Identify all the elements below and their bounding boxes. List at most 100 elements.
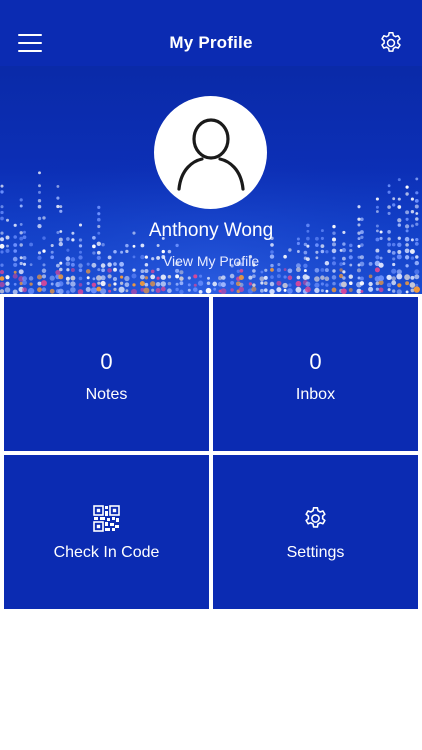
person-outline-icon (176, 117, 245, 191)
decor-dot (414, 242, 419, 246)
decor-dot (341, 247, 347, 253)
decor-dot (38, 184, 41, 188)
decor-dot (391, 242, 396, 247)
decor-dot (238, 274, 244, 281)
check-in-code-tile[interactable]: Check In Code (4, 455, 209, 609)
decor-dot (143, 287, 150, 294)
decor-dot (0, 210, 4, 215)
decor-dot (13, 270, 17, 274)
decor-dot (213, 287, 217, 291)
decor-dot (392, 197, 396, 201)
decor-dot (342, 276, 346, 280)
decor-dot (397, 242, 402, 248)
decor-dot (167, 275, 172, 279)
view-profile-link[interactable]: View My Profile (0, 253, 422, 269)
decor-dot (324, 276, 330, 281)
settings-label: Settings (286, 544, 345, 561)
decor-dot (287, 288, 293, 294)
decor-dot (78, 268, 83, 273)
notes-tile[interactable]: 0 Notes (4, 297, 209, 451)
decor-dot (132, 244, 136, 248)
decor-dot (410, 210, 415, 214)
decor-dot (397, 205, 402, 209)
decor-dot (175, 287, 179, 292)
decor-dot (348, 288, 353, 292)
profile-header: Anthony Wong View My Profile (0, 66, 422, 294)
settings-tile[interactable]: Settings (213, 455, 418, 609)
decor-dot (276, 274, 281, 279)
decor-dot (296, 275, 301, 280)
decor-dot (112, 276, 118, 282)
gear-icon (381, 31, 401, 52)
decor-dot (288, 283, 292, 287)
decor-dot (41, 268, 47, 274)
decor-dot (70, 287, 76, 293)
decor-dot (252, 274, 256, 278)
decor-dot (0, 289, 5, 294)
decor-dot (359, 276, 364, 281)
decor-dot (86, 276, 90, 280)
decor-dot (140, 243, 145, 248)
decor-dot (276, 287, 282, 293)
decor-dot (260, 270, 264, 274)
decor-dot (276, 280, 282, 286)
decor-dot (357, 205, 361, 209)
decor-dot (4, 287, 11, 293)
decor-dot (97, 212, 101, 216)
decor-dot (414, 199, 419, 203)
decor-dot (320, 289, 324, 293)
decor-dot (349, 243, 353, 248)
decor-dot (304, 286, 311, 293)
decor-dot (410, 275, 415, 280)
decor-dot (387, 211, 391, 215)
decor-dot (5, 275, 10, 280)
settings-button[interactable] (378, 30, 404, 56)
decor-dot (392, 203, 396, 207)
decor-dot (264, 288, 268, 292)
decor-dot (38, 190, 41, 194)
inbox-tile[interactable]: 0 Inbox (213, 297, 418, 451)
decor-dot (22, 287, 27, 293)
decor-dot (415, 212, 419, 215)
decor-dot (331, 242, 337, 247)
decor-dot (387, 190, 391, 194)
decor-dot (0, 205, 4, 209)
decor-dot (167, 288, 172, 294)
status-bar (0, 0, 422, 20)
decor-dot (368, 281, 373, 287)
decor-dot (314, 287, 320, 294)
decor-dot (41, 274, 47, 279)
decor-dot (205, 287, 212, 294)
decor-dot (404, 274, 411, 281)
decor-dot (125, 243, 129, 248)
decor-dot (59, 209, 63, 213)
decor-dot (341, 288, 347, 294)
decor-dot (220, 282, 226, 288)
decor-dot (5, 281, 10, 286)
decor-dot (260, 288, 264, 293)
decor-dot (85, 269, 91, 274)
menu-button[interactable] (18, 31, 44, 55)
decor-dot (85, 287, 91, 292)
decor-dot (295, 280, 302, 287)
decor-dot (0, 184, 4, 188)
decor-dot (107, 283, 112, 287)
decor-dot (315, 243, 319, 247)
decor-dot (139, 280, 145, 287)
decor-dot (282, 282, 288, 289)
gear-icon (305, 507, 326, 528)
decor-dot (197, 280, 204, 286)
decor-dot (349, 248, 353, 253)
decor-dot (132, 283, 136, 287)
decor-dot (150, 281, 156, 287)
decor-dot (108, 289, 112, 293)
decor-dot (405, 290, 409, 294)
decor-dot (12, 273, 18, 279)
decor-dot (160, 274, 167, 280)
avatar[interactable] (154, 96, 267, 209)
decor-dot (332, 269, 336, 273)
decor-dot (144, 276, 149, 280)
decor-dot (405, 185, 409, 189)
decor-dot (283, 275, 287, 279)
decor-dot (415, 283, 419, 287)
